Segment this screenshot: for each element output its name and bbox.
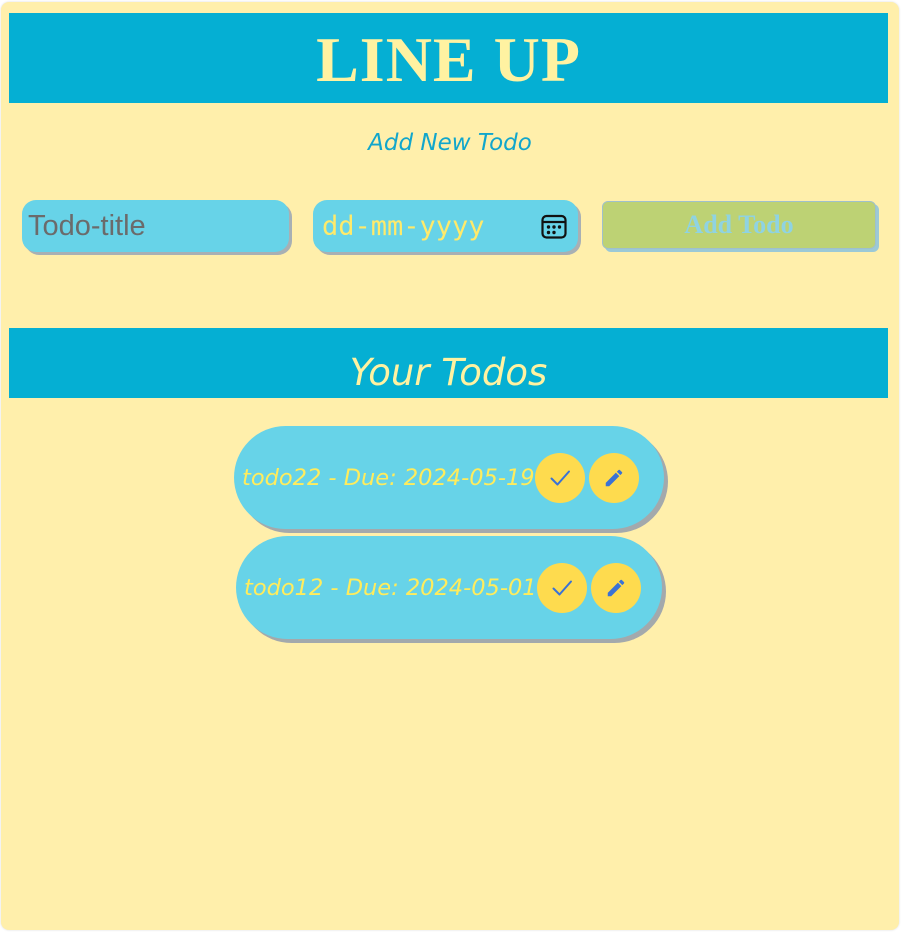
app-header: LINE UP	[9, 13, 888, 103]
pencil-icon	[607, 579, 624, 596]
app-container: LINE UP Add New Todo dd-mm-yyyy Add Todo…	[1, 2, 899, 930]
todo-item: todo22 - Due: 2024-05-19	[234, 426, 664, 529]
app-title: LINE UP	[316, 24, 581, 95]
todo-text: todo12 - Due: 2024-05-01	[244, 574, 537, 601]
check-icon	[552, 580, 572, 595]
edit-todo-button[interactable]	[588, 452, 639, 503]
todo-title-input[interactable]	[22, 200, 289, 252]
calendar-icon[interactable]	[539, 211, 569, 241]
todo-text: todo22 - Due: 2024-05-19	[242, 464, 535, 491]
complete-todo-button[interactable]	[536, 562, 587, 613]
add-todo-heading: Add New Todo	[368, 130, 532, 156]
add-todo-button[interactable]: Add Todo	[602, 201, 876, 249]
edit-todo-button[interactable]	[590, 562, 641, 613]
due-date-input[interactable]: dd-mm-yyyy	[313, 200, 578, 252]
check-icon	[550, 470, 570, 485]
complete-todo-button[interactable]	[534, 452, 585, 503]
todo-item: todo12 - Due: 2024-05-01	[236, 536, 662, 639]
due-date-placeholder: dd-mm-yyyy	[322, 210, 485, 242]
your-todos-heading: Your Todos	[349, 351, 548, 394]
pencil-icon	[605, 469, 622, 486]
todos-header: Your Todos	[9, 328, 888, 398]
